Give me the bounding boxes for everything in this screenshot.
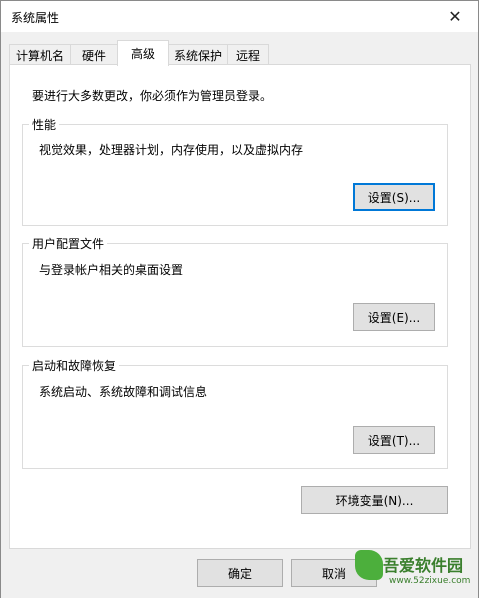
tab-advanced[interactable]: 高级 [117, 40, 169, 66]
startup-recovery-group: 启动和故障恢复 系统启动、系统故障和调试信息 设置(T)... [22, 357, 448, 469]
user-profiles-settings-button[interactable]: 设置(E)... [353, 303, 435, 331]
user-profiles-group: 用户配置文件 与登录帐户相关的桌面设置 设置(E)... [22, 235, 448, 347]
startup-recovery-title: 启动和故障恢复 [29, 357, 120, 374]
system-properties-window: 系统属性 ✕ 计算机名 硬件 高级 系统保护 远程 要进行大多数更改，你必须作为… [0, 0, 479, 598]
performance-group: 性能 视觉效果，处理器计划，内存使用，以及虚拟内存 设置(S)... [22, 116, 448, 226]
user-profiles-desc: 与登录帐户相关的桌面设置 [39, 263, 184, 277]
ok-button[interactable]: 确定 [197, 559, 283, 587]
window-title: 系统属性 [11, 11, 60, 25]
watermark-main-text: 吾爱软件园 [383, 556, 464, 575]
performance-settings-button[interactable]: 设置(S)... [353, 183, 435, 211]
startup-recovery-desc: 系统启动、系统故障和调试信息 [39, 385, 208, 399]
tab-system-protection[interactable]: 系统保护 [168, 44, 228, 65]
advanced-tab-panel: 要进行大多数更改，你必须作为管理员登录。 性能 视觉效果，处理器计划，内存使用，… [9, 64, 471, 549]
site-watermark: 吾爱软件园 www.52zixue.com [353, 542, 478, 597]
tab-hardware[interactable]: 硬件 [70, 44, 118, 65]
watermark-logo-icon [355, 550, 383, 580]
performance-desc: 视觉效果，处理器计划，内存使用，以及虚拟内存 [39, 143, 304, 157]
title-bar[interactable]: 系统属性 ✕ [1, 1, 478, 32]
close-icon[interactable]: ✕ [432, 1, 478, 32]
tab-computer-name[interactable]: 计算机名 [9, 44, 71, 65]
environment-variables-button[interactable]: 环境变量(N)... [301, 486, 448, 514]
startup-recovery-settings-button[interactable]: 设置(T)... [353, 426, 435, 454]
user-profiles-title: 用户配置文件 [29, 235, 108, 252]
admin-notice: 要进行大多数更改，你必须作为管理员登录。 [32, 89, 273, 103]
tab-remote[interactable]: 远程 [227, 44, 269, 65]
performance-title: 性能 [29, 116, 60, 133]
watermark-url: www.52zixue.com [389, 576, 471, 586]
